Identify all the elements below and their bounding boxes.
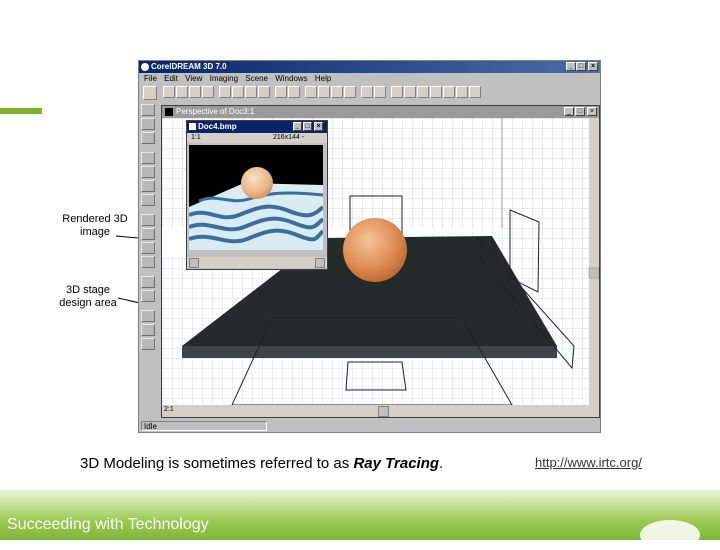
shape-tool-icon[interactable] <box>141 152 155 164</box>
menu-view[interactable]: View <box>185 74 202 83</box>
perspective-close-button[interactable]: × <box>587 107 597 116</box>
object-icon[interactable] <box>318 86 330 98</box>
menu-windows[interactable]: Windows <box>275 74 307 83</box>
close-button[interactable]: × <box>588 62 598 71</box>
perspective-hscrollbar[interactable]: 2:1 <box>162 405 599 417</box>
tool-palette <box>141 104 157 414</box>
scroll-right-arrow-icon[interactable] <box>315 258 325 268</box>
perspective-zoom: 2:1 <box>164 406 174 413</box>
app-logo-icon <box>141 63 149 71</box>
render-icon[interactable] <box>275 86 287 98</box>
nav-tool-icon[interactable] <box>141 324 155 336</box>
select-tool-icon[interactable] <box>141 104 155 116</box>
menu-scene[interactable]: Scene <box>245 74 268 83</box>
menu-imaging[interactable]: Imaging <box>210 74 238 83</box>
paint-tool-icon[interactable] <box>141 214 155 226</box>
doc4-hscrollbar[interactable] <box>187 257 327 268</box>
shader-icon[interactable] <box>344 86 356 98</box>
light-icon[interactable] <box>331 86 343 98</box>
doc4-titlebar: Doc4.bmp _ □ × <box>187 121 327 133</box>
app-title: CorelDREAM 3D 7.0 <box>151 62 227 71</box>
cut-icon[interactable] <box>219 86 231 98</box>
doc4-info-bar: 1:1 216x144 - <box>187 133 327 143</box>
status-bar: Idle <box>141 421 267 431</box>
toolbar-logo-icon[interactable] <box>143 86 157 100</box>
object-icon[interactable] <box>305 86 317 98</box>
doc4-size: 216x144 - <box>273 134 305 141</box>
brush-tool-icon[interactable] <box>141 290 155 302</box>
sphere-object <box>343 218 407 282</box>
caption: 3D Modeling is sometimes referred to as … <box>80 455 443 472</box>
fit-icon[interactable] <box>443 86 455 98</box>
camera-tool-icon[interactable] <box>141 242 155 254</box>
nav-tool-icon[interactable] <box>141 310 155 322</box>
perspective-title: Perspective of Doc3:1 <box>176 107 255 116</box>
perspective-titlebar: Perspective of Doc3:1 _ □ × <box>162 106 599 118</box>
cube-icon[interactable] <box>374 86 386 98</box>
caption-emphasis: Ray Tracing <box>353 455 440 472</box>
perspective-maximize-button[interactable]: □ <box>575 107 585 116</box>
app-window: CorelDREAM 3D 7.0 _ □ × File Edit View I… <box>138 60 601 433</box>
print-icon[interactable] <box>202 86 214 98</box>
doc4-close-button[interactable]: × <box>314 122 323 131</box>
persp-hscroll-thumb[interactable] <box>378 406 389 417</box>
persp-vscroll-thumb <box>588 267 599 279</box>
light-tool-icon[interactable] <box>141 228 155 240</box>
maximize-button[interactable]: □ <box>576 62 586 71</box>
nav-tool-icon[interactable] <box>141 338 155 350</box>
perspective-window: Perspective of Doc3:1 _ □ × 2:1 Doc4.bmp… <box>161 105 600 418</box>
sphere-icon[interactable] <box>361 86 373 98</box>
footer-title: Succeeding with Technology <box>7 516 209 533</box>
zoom-out-icon[interactable] <box>417 86 429 98</box>
stage-slab-edge <box>182 346 557 358</box>
shape-tool-icon[interactable] <box>141 166 155 178</box>
minimize-button[interactable]: _ <box>566 62 576 71</box>
rotate-icon[interactable] <box>456 86 468 98</box>
caption-prefix: 3D Modeling is sometimes referred to as <box>80 455 354 472</box>
menu-file[interactable]: File <box>144 74 157 83</box>
rendered-sphere <box>241 167 273 199</box>
shape-tool-icon[interactable] <box>141 180 155 192</box>
image-doc-icon <box>189 123 196 130</box>
camera-icon[interactable] <box>288 86 300 98</box>
menu-edit[interactable]: Edit <box>164 74 178 83</box>
copy-icon[interactable] <box>232 86 244 98</box>
new-doc-icon[interactable] <box>163 86 175 98</box>
source-link[interactable]: http://www.irtc.org/ <box>535 455 642 470</box>
toolbar <box>139 86 600 102</box>
app-titlebar: CorelDREAM 3D 7.0 _ □ × <box>139 61 600 73</box>
rendered-image-window: Doc4.bmp _ □ × 1:1 216x144 - <box>186 120 328 270</box>
open-folder-icon[interactable] <box>176 86 188 98</box>
doc4-zoom: 1:1 <box>191 134 201 141</box>
doc4-title: Doc4.bmp <box>198 122 237 131</box>
doc-icon <box>165 108 173 116</box>
pan-icon[interactable] <box>469 86 481 98</box>
undo-icon[interactable] <box>258 86 270 98</box>
actual-size-icon[interactable] <box>430 86 442 98</box>
perspective-minimize-button[interactable]: _ <box>564 107 574 116</box>
paste-icon[interactable] <box>245 86 257 98</box>
rendered-image <box>189 145 323 250</box>
zoom-tool-icon[interactable] <box>141 132 155 144</box>
doc4-maximize-button[interactable]: □ <box>303 122 312 131</box>
menu-help[interactable]: Help <box>315 74 331 83</box>
eyedropper-tool-icon[interactable] <box>141 276 155 288</box>
sphere-tool-icon[interactable] <box>141 256 155 268</box>
doc4-minimize-button[interactable]: _ <box>293 122 302 131</box>
caption-suffix: . <box>439 455 444 472</box>
save-icon[interactable] <box>189 86 201 98</box>
menu-bar: File Edit View Imaging Scene Windows Hel… <box>139 73 600 85</box>
view-icon[interactable] <box>391 86 403 98</box>
zoom-in-icon[interactable] <box>404 86 416 98</box>
rotate-tool-icon[interactable] <box>141 118 155 130</box>
text-tool-icon[interactable] <box>141 194 155 206</box>
scroll-left-arrow-icon[interactable] <box>189 258 199 268</box>
